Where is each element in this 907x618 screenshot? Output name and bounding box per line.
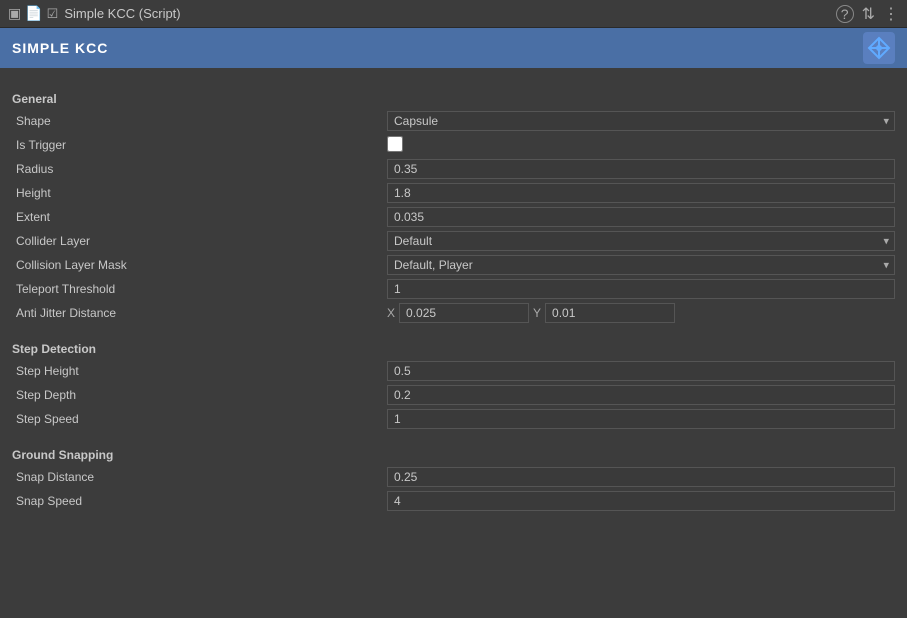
anti-jitter-label: Anti Jitter Distance xyxy=(12,306,387,320)
section-step-detection-label: Step Detection xyxy=(12,342,895,356)
section-ground-snapping-label: Ground Snapping xyxy=(12,448,895,462)
snap-distance-value xyxy=(387,467,895,487)
collider-layer-select-wrapper: Default Player Enemy xyxy=(387,231,895,251)
collider-layer-select[interactable]: Default Player Enemy xyxy=(387,231,895,251)
content: General Shape Capsule Sphere Box Is Trig… xyxy=(0,68,907,618)
extent-row: Extent xyxy=(12,206,895,228)
teleport-threshold-input[interactable] xyxy=(387,279,895,299)
snap-speed-input[interactable] xyxy=(387,491,895,511)
title-bar-title: Simple KCC (Script) xyxy=(64,6,835,21)
is-trigger-checkbox[interactable] xyxy=(387,136,403,152)
anti-jitter-y-input[interactable] xyxy=(545,303,675,323)
step-depth-input[interactable] xyxy=(387,385,895,405)
extent-label: Extent xyxy=(12,210,387,224)
step-speed-label: Step Speed xyxy=(12,412,387,426)
shape-select-wrapper: Capsule Sphere Box xyxy=(387,111,895,131)
shape-label: Shape xyxy=(12,114,387,128)
component-header-title: SIMPLE KCC xyxy=(12,40,863,56)
snap-distance-row: Snap Distance xyxy=(12,466,895,488)
step-height-value xyxy=(387,361,895,381)
is-trigger-label: Is Trigger xyxy=(12,138,387,152)
step-speed-input[interactable] xyxy=(387,409,895,429)
script-icon: 📄 xyxy=(25,5,42,22)
title-bar-actions: ? ⇅ ⋮ xyxy=(836,4,899,24)
title-bar-icons: ▣ 📄 ☑ xyxy=(8,5,58,22)
teleport-threshold-label: Teleport Threshold xyxy=(12,282,387,296)
more-icon[interactable]: ⋮ xyxy=(883,4,899,24)
anti-jitter-xy-fields: X Y xyxy=(387,303,895,323)
collision-layer-mask-value: Default, Player Default Player xyxy=(387,255,895,275)
radius-value xyxy=(387,159,895,179)
radius-row: Radius xyxy=(12,158,895,180)
collider-layer-row: Collider Layer Default Player Enemy xyxy=(12,230,895,252)
checkbox-icon[interactable]: ☑ xyxy=(47,6,59,22)
anti-jitter-value: X Y xyxy=(387,303,895,323)
is-trigger-value xyxy=(387,136,895,155)
anti-jitter-y-label: Y xyxy=(533,306,541,320)
component-header-icon xyxy=(863,32,895,64)
shape-row: Shape Capsule Sphere Box xyxy=(12,110,895,132)
step-height-row: Step Height xyxy=(12,360,895,382)
height-label: Height xyxy=(12,186,387,200)
teleport-threshold-value xyxy=(387,279,895,299)
section-general-label: General xyxy=(12,92,895,106)
anti-jitter-row: Anti Jitter Distance X Y xyxy=(12,302,895,324)
window-icon: ▣ xyxy=(8,5,21,22)
extent-value xyxy=(387,207,895,227)
snap-distance-input[interactable] xyxy=(387,467,895,487)
component-header: SIMPLE KCC xyxy=(0,28,907,68)
height-value xyxy=(387,183,895,203)
collision-layer-mask-select[interactable]: Default, Player Default Player xyxy=(387,255,895,275)
title-bar: ▣ 📄 ☑ Simple KCC (Script) ? ⇅ ⋮ xyxy=(0,0,907,28)
shape-select[interactable]: Capsule Sphere Box xyxy=(387,111,895,131)
radius-label: Radius xyxy=(12,162,387,176)
is-trigger-row: Is Trigger xyxy=(12,134,895,156)
collision-layer-mask-row: Collision Layer Mask Default, Player Def… xyxy=(12,254,895,276)
step-speed-row: Step Speed xyxy=(12,408,895,430)
snap-distance-label: Snap Distance xyxy=(12,470,387,484)
height-row: Height xyxy=(12,182,895,204)
teleport-threshold-row: Teleport Threshold xyxy=(12,278,895,300)
snap-speed-label: Snap Speed xyxy=(12,494,387,508)
step-depth-label: Step Depth xyxy=(12,388,387,402)
anti-jitter-x-label: X xyxy=(387,306,395,320)
help-icon[interactable]: ? xyxy=(836,5,854,23)
height-input[interactable] xyxy=(387,183,895,203)
collision-layer-mask-select-wrapper: Default, Player Default Player xyxy=(387,255,895,275)
extent-input[interactable] xyxy=(387,207,895,227)
step-height-input[interactable] xyxy=(387,361,895,381)
step-speed-value xyxy=(387,409,895,429)
anti-jitter-x-input[interactable] xyxy=(399,303,529,323)
snap-speed-row: Snap Speed xyxy=(12,490,895,512)
settings-icon[interactable]: ⇅ xyxy=(862,4,875,24)
step-depth-row: Step Depth xyxy=(12,384,895,406)
collision-layer-mask-label: Collision Layer Mask xyxy=(12,258,387,272)
radius-input[interactable] xyxy=(387,159,895,179)
step-height-label: Step Height xyxy=(12,364,387,378)
collider-layer-label: Collider Layer xyxy=(12,234,387,248)
step-depth-value xyxy=(387,385,895,405)
collider-layer-value: Default Player Enemy xyxy=(387,231,895,251)
snap-speed-value xyxy=(387,491,895,511)
shape-value: Capsule Sphere Box xyxy=(387,111,895,131)
